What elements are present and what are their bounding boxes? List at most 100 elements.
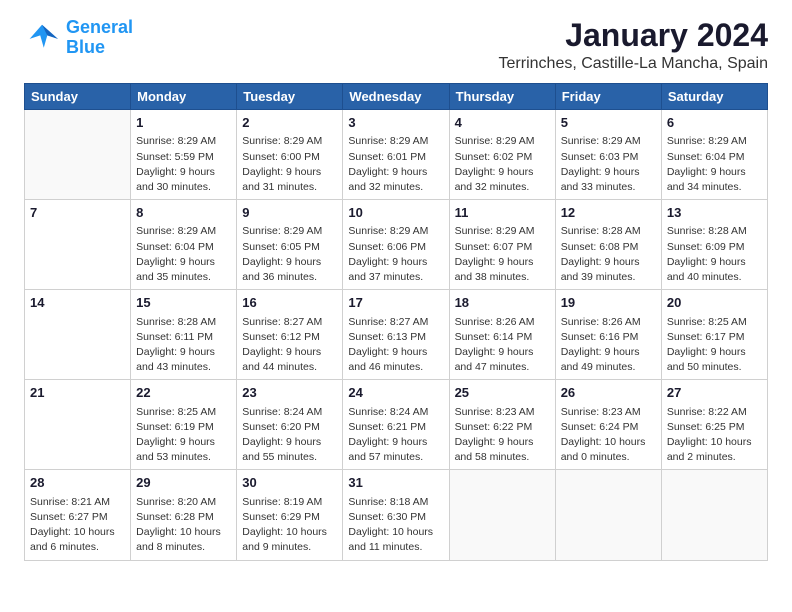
day-number: 22 [136,384,231,402]
day-number: 9 [242,204,337,222]
logo-text: General Blue [66,18,133,58]
day-info: Sunrise: 8:25 AMSunset: 6:17 PMDaylight:… [667,315,762,376]
calendar-cell: 24 Sunrise: 8:24 AMSunset: 6:21 PMDayligh… [343,380,449,470]
calendar-cell [661,470,767,560]
calendar-cell: 9 Sunrise: 8:29 AMSunset: 6:05 PMDaylight… [237,200,343,290]
col-monday: Monday [131,84,237,110]
title-block: January 2024 Terrinches, Castille-La Man… [499,18,768,73]
calendar-cell: 2 Sunrise: 8:29 AMSunset: 6:00 PMDaylight… [237,110,343,200]
day-number: 18 [455,294,550,312]
day-number: 14 [30,294,125,312]
calendar-cell: 13 Sunrise: 8:28 AMSunset: 6:09 PMDayligh… [661,200,767,290]
day-info: Sunrise: 8:29 AMSunset: 6:00 PMDaylight:… [242,134,337,195]
calendar-cell: 15 Sunrise: 8:28 AMSunset: 6:11 PMDayligh… [131,290,237,380]
main-title: January 2024 [499,18,768,53]
calendar-cell: 1 Sunrise: 8:29 AMSunset: 5:59 PMDaylight… [131,110,237,200]
calendar-row: 1 Sunrise: 8:29 AMSunset: 5:59 PMDaylight… [25,110,768,200]
day-info: Sunrise: 8:29 AMSunset: 5:59 PMDaylight:… [136,134,231,195]
calendar-cell: 12Sunrise: 8:28 AMSunset: 6:08 PMDayligh… [555,200,661,290]
day-number: 20 [667,294,762,312]
col-friday: Friday [555,84,661,110]
col-sunday: Sunday [25,84,131,110]
day-number: 15 [136,294,231,312]
day-info: Sunrise: 8:28 AMSunset: 6:11 PMDaylight:… [136,315,231,376]
day-number: 1 [136,114,231,132]
day-info: Sunrise: 8:28 AMSunset: 6:09 PMDaylight:… [667,224,762,285]
day-number: 25 [455,384,550,402]
day-number: 16 [242,294,337,312]
day-info: Sunrise: 8:27 AMSunset: 6:13 PMDaylight:… [348,315,443,376]
calendar-cell: 16 Sunrise: 8:27 AMSunset: 6:12 PMDayligh… [237,290,343,380]
calendar-cell: 23 Sunrise: 8:24 AMSunset: 6:20 PMDayligh… [237,380,343,470]
calendar-cell: 21 [25,380,131,470]
calendar-cell: 31Sunrise: 8:18 AMSunset: 6:30 PMDayligh… [343,470,449,560]
day-number: 4 [455,114,550,132]
col-thursday: Thursday [449,84,555,110]
day-info: Sunrise: 8:27 AMSunset: 6:12 PMDaylight:… [242,315,337,376]
day-number: 29 [136,474,231,492]
calendar-cell: 6 Sunrise: 8:29 AMSunset: 6:04 PMDaylight… [661,110,767,200]
day-number: 2 [242,114,337,132]
calendar-cell: 30Sunrise: 8:19 AMSunset: 6:29 PMDayligh… [237,470,343,560]
day-number: 21 [30,384,125,402]
calendar-table: Sunday Monday Tuesday Wednesday Thursday… [24,83,768,560]
calendar-cell: 25 Sunrise: 8:23 AMSunset: 6:22 PMDayligh… [449,380,555,470]
calendar-cell: 8Sunrise: 8:29 AMSunset: 6:04 PMDaylight… [131,200,237,290]
day-number: 13 [667,204,762,222]
day-info: Sunrise: 8:29 AMSunset: 6:04 PMDaylight:… [136,224,231,285]
day-info: Sunrise: 8:20 AMSunset: 6:28 PMDaylight:… [136,495,231,556]
calendar-cell: 26Sunrise: 8:23 AMSunset: 6:24 PMDayligh… [555,380,661,470]
calendar-cell: 20 Sunrise: 8:25 AMSunset: 6:17 PMDayligh… [661,290,767,380]
calendar-row: 7 8Sunrise: 8:29 AMSunset: 6:04 PMDayligh… [25,200,768,290]
day-number: 5 [561,114,656,132]
calendar-row: 14 15 Sunrise: 8:28 AMSunset: 6:11 PMDayli… [25,290,768,380]
calendar-cell: 27 Sunrise: 8:22 AMSunset: 6:25 PMDayligh… [661,380,767,470]
day-number: 11 [455,204,550,222]
calendar-cell: 28Sunrise: 8:21 AMSunset: 6:27 PMDayligh… [25,470,131,560]
day-number: 10 [348,204,443,222]
day-number: 3 [348,114,443,132]
col-tuesday: Tuesday [237,84,343,110]
header: General Blue January 2024 Terrinches, Ca… [24,18,768,73]
calendar-cell: 14 [25,290,131,380]
calendar-row: 28Sunrise: 8:21 AMSunset: 6:27 PMDayligh… [25,470,768,560]
day-info: Sunrise: 8:23 AMSunset: 6:22 PMDaylight:… [455,405,550,466]
logo-icon [24,23,60,53]
calendar-row: 21 22 Sunrise: 8:25 AMSunset: 6:19 PMDayli… [25,380,768,470]
col-saturday: Saturday [661,84,767,110]
calendar-cell [555,470,661,560]
calendar-cell: 5Sunrise: 8:29 AMSunset: 6:03 PMDaylight… [555,110,661,200]
day-number: 24 [348,384,443,402]
day-info: Sunrise: 8:29 AMSunset: 6:07 PMDaylight:… [455,224,550,285]
day-info: Sunrise: 8:29 AMSunset: 6:02 PMDaylight:… [455,134,550,195]
day-number: 23 [242,384,337,402]
day-number: 7 [30,204,125,222]
day-info: Sunrise: 8:18 AMSunset: 6:30 PMDaylight:… [348,495,443,556]
day-info: Sunrise: 8:29 AMSunset: 6:04 PMDaylight:… [667,134,762,195]
calendar-cell: 4 Sunrise: 8:29 AMSunset: 6:02 PMDaylight… [449,110,555,200]
col-wednesday: Wednesday [343,84,449,110]
calendar-cell: 19 Sunrise: 8:26 AMSunset: 6:16 PMDayligh… [555,290,661,380]
logo: General Blue [24,18,133,58]
calendar-cell: 10 Sunrise: 8:29 AMSunset: 6:06 PMDayligh… [343,200,449,290]
day-info: Sunrise: 8:24 AMSunset: 6:20 PMDaylight:… [242,405,337,466]
day-info: Sunrise: 8:21 AMSunset: 6:27 PMDaylight:… [30,495,125,556]
day-info: Sunrise: 8:26 AMSunset: 6:14 PMDaylight:… [455,315,550,376]
day-info: Sunrise: 8:25 AMSunset: 6:19 PMDaylight:… [136,405,231,466]
subtitle: Terrinches, Castille-La Mancha, Spain [499,55,768,73]
day-info: Sunrise: 8:24 AMSunset: 6:21 PMDaylight:… [348,405,443,466]
day-number: 19 [561,294,656,312]
day-info: Sunrise: 8:29 AMSunset: 6:06 PMDaylight:… [348,224,443,285]
calendar-cell: 18 Sunrise: 8:26 AMSunset: 6:14 PMDayligh… [449,290,555,380]
day-number: 26 [561,384,656,402]
calendar-cell: 29 Sunrise: 8:20 AMSunset: 6:28 PMDayligh… [131,470,237,560]
page: General Blue January 2024 Terrinches, Ca… [0,0,792,573]
calendar-cell: 3Sunrise: 8:29 AMSunset: 6:01 PMDaylight… [343,110,449,200]
day-info: Sunrise: 8:26 AMSunset: 6:16 PMDaylight:… [561,315,656,376]
day-info: Sunrise: 8:29 AMSunset: 6:05 PMDaylight:… [242,224,337,285]
day-number: 6 [667,114,762,132]
day-number: 17 [348,294,443,312]
day-number: 27 [667,384,762,402]
day-info: Sunrise: 8:22 AMSunset: 6:25 PMDaylight:… [667,405,762,466]
day-number: 12 [561,204,656,222]
